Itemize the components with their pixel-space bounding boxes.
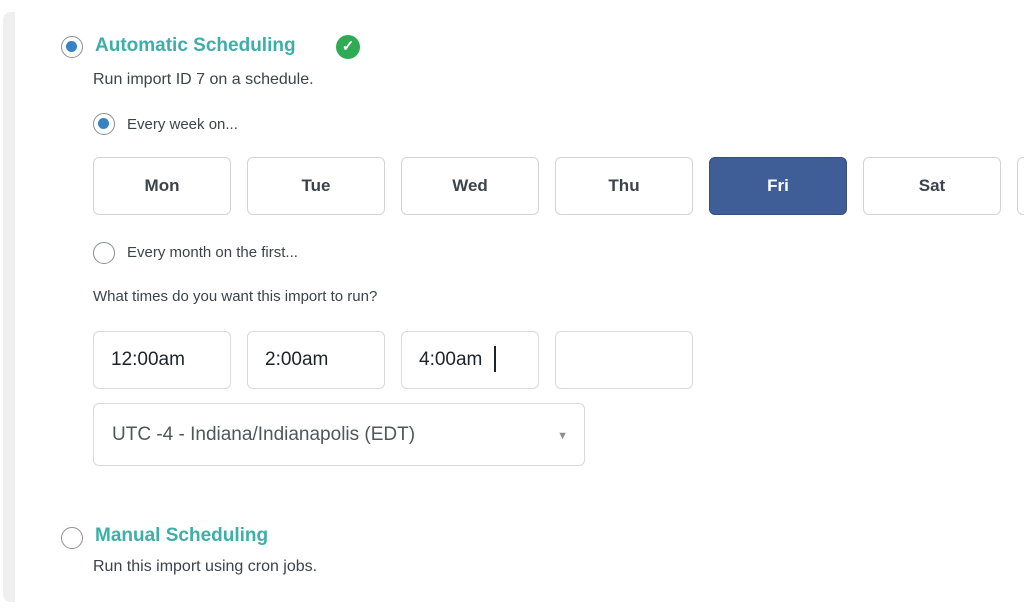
times-question-label: What times do you want this import to ru… [93,288,378,305]
automatic-scheduling-title[interactable]: Automatic Scheduling [95,35,296,57]
timezone-select[interactable]: UTC -4 - Indiana/Indianapolis (EDT) ▼ [93,403,585,466]
manual-scheduling-radio[interactable] [61,527,83,549]
timezone-value: UTC -4 - Indiana/Indianapolis (EDT) [112,423,416,445]
chevron-down-icon: ▼ [557,430,568,442]
time-input-2[interactable] [247,331,385,389]
time-input-1[interactable] [93,331,231,389]
time-input-3[interactable] [401,331,539,389]
day-button-tue[interactable]: Tue [247,157,385,215]
day-button-wed[interactable]: Wed [401,157,539,215]
panel-left-border [3,12,15,602]
day-button-thu[interactable]: Thu [555,157,693,215]
automatic-scheduling-radio[interactable] [61,36,83,58]
day-button-sun[interactable] [1017,157,1024,215]
manual-scheduling-title[interactable]: Manual Scheduling [95,525,268,547]
day-button-mon[interactable]: Mon [93,157,231,215]
every-week-radio[interactable] [93,113,115,135]
time-input-4[interactable] [555,331,693,389]
day-button-sat[interactable]: Sat [863,157,1001,215]
text-cursor [494,346,496,372]
check-circle-icon: ✓ [336,35,360,59]
scheduling-panel [15,0,1024,614]
manual-scheduling-description: Run this import using cron jobs. [93,558,318,575]
every-month-label[interactable]: Every month on the first... [127,244,298,261]
day-button-fri[interactable]: Fri [709,157,847,215]
every-week-label[interactable]: Every week on... [127,116,238,133]
automatic-scheduling-description: Run import ID 7 on a schedule. [93,71,314,88]
every-month-radio[interactable] [93,242,115,264]
